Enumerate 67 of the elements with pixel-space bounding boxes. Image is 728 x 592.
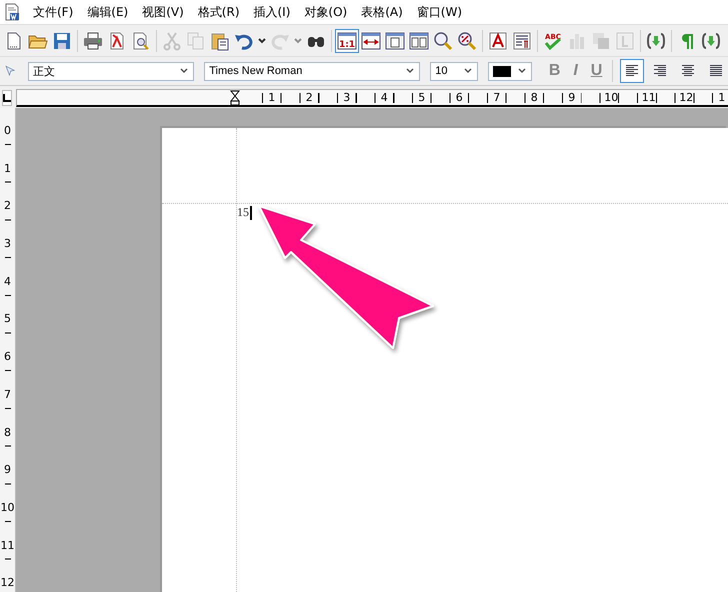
ruler-number: 3 (342, 92, 352, 102)
ruler-number: 2 (304, 92, 314, 102)
ruler-number: 1 (716, 92, 727, 102)
caret-icon (179, 67, 190, 75)
caret-icon (463, 67, 474, 75)
ruler-number: 0 (4, 124, 11, 139)
font-size-dropdown[interactable]: 10 (430, 62, 478, 80)
font-dropdown[interactable]: Times New Roman (204, 62, 420, 80)
zoom-icon (433, 30, 453, 50)
align-center-icon (680, 64, 696, 78)
zoom-percent-icon (457, 30, 477, 50)
scissors-icon (162, 30, 182, 50)
align-left-button[interactable] (620, 59, 644, 83)
ruler-number: 4 (4, 274, 11, 290)
ruler-number: 12 (0, 576, 14, 592)
ruler-number: 1 (266, 92, 277, 102)
caret-icon (258, 38, 266, 44)
menu-item[interactable]: 对象(O) (297, 4, 354, 20)
page-magnifier-icon (131, 30, 151, 50)
caret-icon (517, 67, 528, 75)
document-text: 15 (237, 205, 249, 220)
two-pages-icon (409, 30, 429, 50)
menu-item[interactable]: 视图(V) (135, 4, 191, 20)
ruler-number: 7 (4, 388, 11, 403)
ruler-number: 5 (416, 92, 427, 102)
text-cursor (250, 206, 252, 220)
ruler-number: 7 (492, 92, 502, 102)
field-icon (646, 30, 666, 50)
ruler-number: 6 (454, 92, 464, 102)
menu-item[interactable]: 窗口(W) (410, 4, 470, 20)
paragraph-style-dropdown[interactable]: 正文 (28, 62, 194, 80)
ruler-number: 8 (529, 92, 540, 102)
field-icon (701, 30, 721, 50)
ruler-number: 2 (4, 199, 11, 214)
menu-item[interactable]: 编辑(E) (80, 4, 136, 20)
align-justify-icon (708, 64, 724, 78)
ruler-number: 5 (4, 312, 11, 328)
copy-icon (186, 30, 206, 50)
printer-icon (83, 30, 103, 50)
ruler-number: 9 (4, 463, 11, 478)
ruler-number: 1 (4, 162, 11, 177)
align-left-icon (624, 64, 640, 78)
ruler-number: 10 (0, 500, 14, 516)
tab-stop-button[interactable] (2, 90, 12, 106)
menu-item[interactable]: 表格(A) (354, 4, 410, 20)
ruler-number: 9 (566, 92, 577, 102)
ruler-number: 6 (4, 350, 11, 366)
indent-marker-icon[interactable] (230, 90, 240, 106)
clipboard-icon (210, 30, 230, 50)
ruler-number: 11 (0, 538, 14, 554)
caret-icon (294, 38, 302, 44)
ruler-number: 3 (4, 237, 11, 252)
document-icon (4, 3, 20, 21)
caret-icon (405, 67, 416, 75)
frame-icon (615, 30, 635, 50)
overlapping-squares-icon (591, 30, 611, 50)
whole-page-icon (385, 30, 405, 50)
page-width-icon (361, 30, 381, 50)
ruler-number: 4 (379, 92, 390, 102)
menu-item[interactable]: 格式(R) (190, 4, 246, 20)
paragraph-icon (512, 30, 532, 50)
letter-a-icon (488, 30, 508, 50)
ruler-number: 8 (4, 426, 11, 440)
font-color-dropdown[interactable] (488, 62, 532, 80)
align-right-icon (652, 64, 668, 78)
menu-item[interactable]: 插入(I) (246, 4, 298, 20)
menu-item[interactable]: 文件(F) (26, 4, 80, 20)
